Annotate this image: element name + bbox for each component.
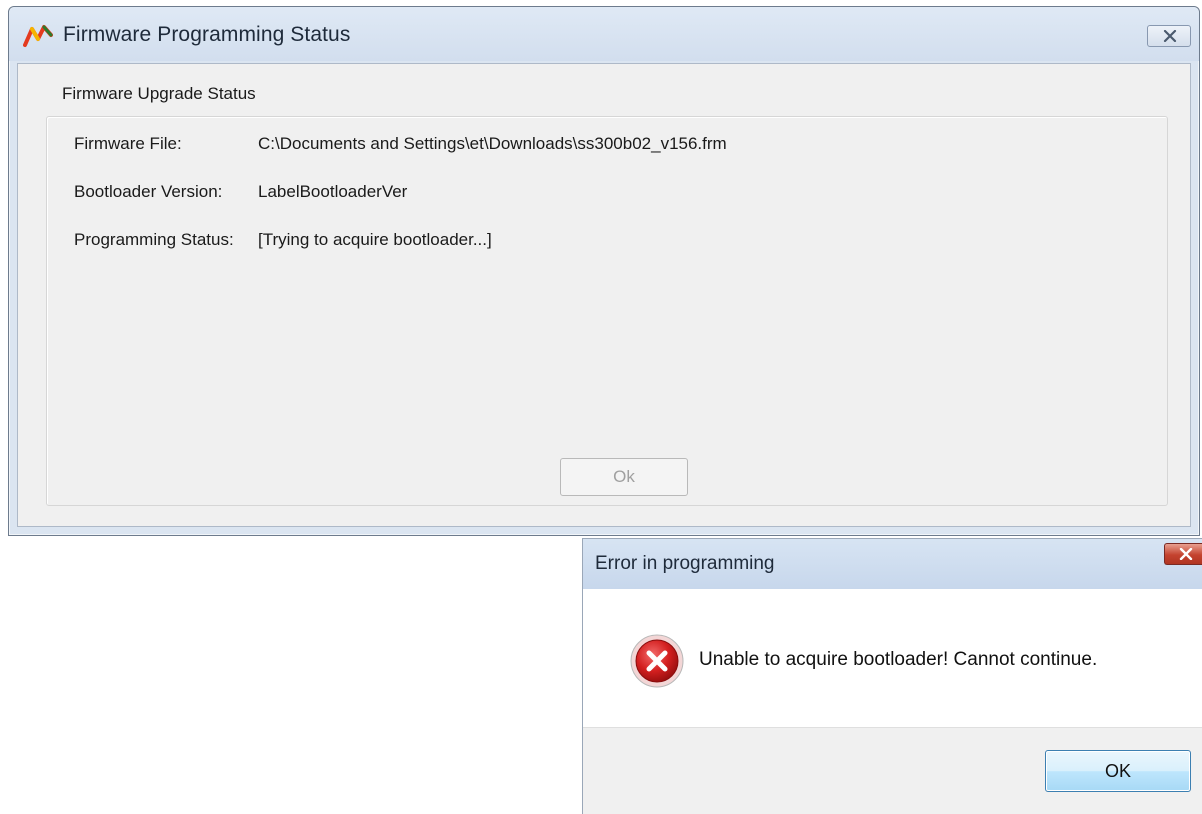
error-icon	[629, 633, 685, 689]
close-icon	[1179, 548, 1193, 560]
ok-button-disabled: Ok	[560, 458, 688, 496]
error-body: Unable to acquire bootloader! Cannot con…	[583, 589, 1202, 727]
close-icon	[1163, 30, 1177, 42]
error-close-button[interactable]	[1164, 543, 1202, 565]
main-titlebar[interactable]: Firmware Programming Status	[9, 7, 1199, 61]
error-footer: OK	[583, 727, 1202, 814]
firmware-programming-status-window: Firmware Programming Status Firmware Upg…	[8, 6, 1200, 536]
firmware-file-label: Firmware File:	[74, 134, 182, 153]
programming-status-label: Programming Status:	[74, 230, 234, 249]
close-button[interactable]	[1147, 25, 1191, 47]
window-title: Firmware Programming Status	[63, 23, 351, 46]
client-area: Firmware Upgrade Status Firmware File: C…	[17, 63, 1191, 527]
error-titlebar[interactable]: Error in programming	[583, 539, 1202, 589]
error-dialog-title: Error in programming	[595, 553, 775, 574]
programming-status-value: [Trying to acquire bootloader...]	[258, 230, 492, 249]
app-graph-icon	[23, 21, 53, 49]
bootloader-version-label: Bootloader Version:	[74, 182, 223, 201]
firmware-file-value: C:\Documents and Settings\et\Downloads\s…	[258, 134, 727, 153]
bootloader-version-value: LabelBootloaderVer	[258, 182, 408, 201]
firmware-upgrade-status-group	[46, 116, 1168, 506]
group-title: Firmware Upgrade Status	[56, 84, 262, 104]
error-dialog: Error in programming Unable to acquire b…	[582, 538, 1202, 814]
error-message: Unable to acquire bootloader! Cannot con…	[699, 649, 1098, 670]
ok-button[interactable]: OK	[1045, 750, 1191, 792]
